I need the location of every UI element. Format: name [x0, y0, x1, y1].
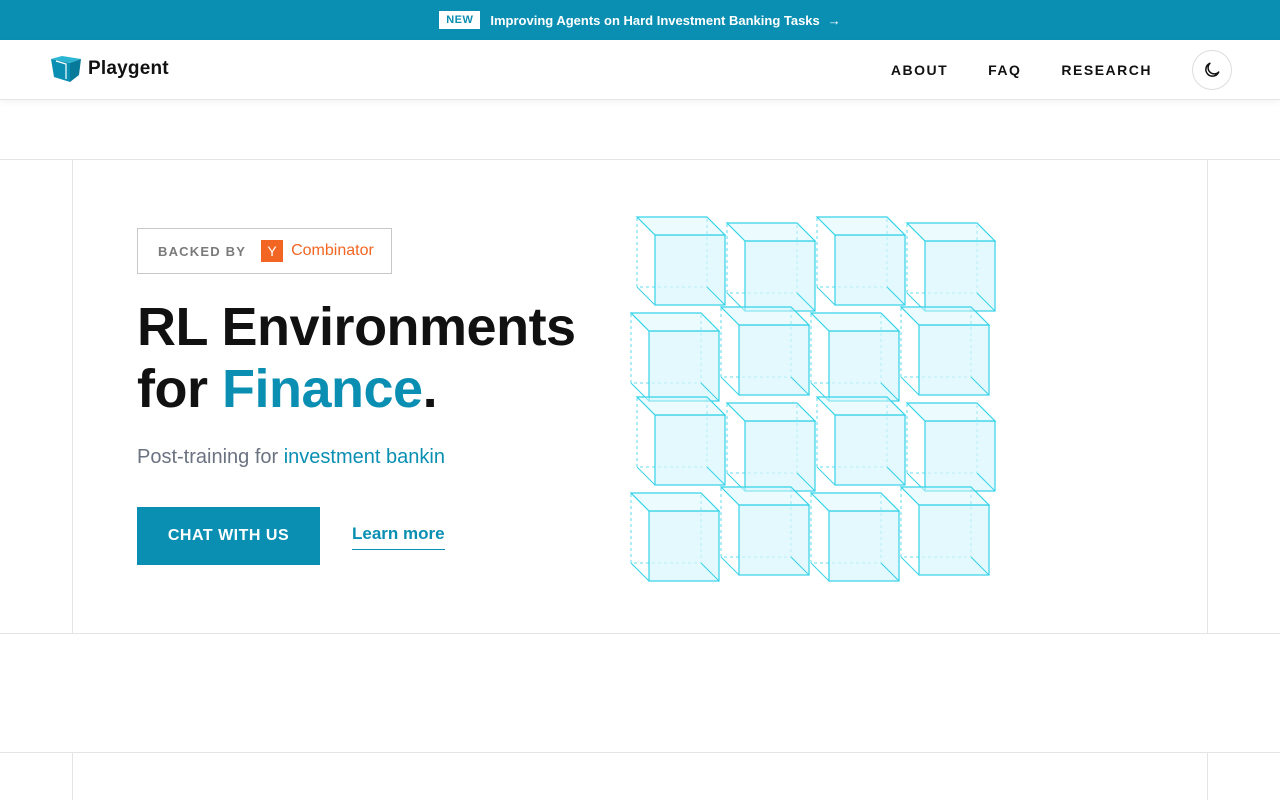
- nav-links: ABOUT FAQ RESEARCH: [851, 40, 1152, 100]
- learn-more-link[interactable]: Learn more: [352, 524, 445, 550]
- frame-line-hero-bottom: [0, 633, 1280, 634]
- frame-line-lower: [0, 752, 1280, 753]
- headline-prefix: for: [137, 359, 222, 419]
- cube: [815, 216, 907, 306]
- headline-line-1: RL Environments: [137, 297, 576, 357]
- subline-prefix: Post-training for: [137, 446, 284, 468]
- box-logo-icon: [51, 56, 81, 82]
- moon-icon: [1205, 62, 1220, 77]
- cube: [899, 486, 991, 576]
- headline-accent: Finance: [222, 359, 423, 419]
- frame-line-left: [72, 159, 73, 634]
- frame-line-right-lower: [1207, 752, 1208, 800]
- headline-period: .: [422, 359, 438, 419]
- frame-line-left-lower: [72, 752, 73, 800]
- frame-line-top: [0, 159, 1280, 160]
- cube: [815, 396, 907, 486]
- cube: [719, 486, 811, 576]
- nav-about[interactable]: ABOUT: [891, 62, 948, 78]
- navbar: Playgent ABOUT FAQ RESEARCH: [0, 40, 1280, 100]
- cube: [635, 216, 727, 306]
- hero-subline: Post-training for investment bankin: [137, 446, 445, 469]
- brand-logo[interactable]: Playgent: [50, 55, 169, 83]
- cube: [725, 402, 817, 492]
- new-badge: NEW: [439, 11, 481, 29]
- hero-headline: RL Environments for Finance.: [137, 296, 576, 420]
- cube: [630, 492, 721, 582]
- cube: [630, 312, 721, 402]
- theme-toggle-button[interactable]: [1192, 50, 1232, 90]
- cube: [809, 312, 901, 402]
- subline-accent: investment bankin: [283, 446, 445, 468]
- chat-with-us-button[interactable]: CHAT WITH US: [137, 507, 320, 565]
- announcement-text[interactable]: Improving Agents on Hard Investment Bank…: [490, 13, 819, 28]
- cube: [719, 306, 811, 396]
- nav-research[interactable]: RESEARCH: [1061, 62, 1152, 78]
- announcement-banner[interactable]: NEW Improving Agents on Hard Investment …: [0, 0, 1280, 40]
- yc-logo-icon: Y: [261, 240, 284, 262]
- cube: [635, 396, 727, 486]
- headline-line-2: for Finance.: [137, 358, 576, 420]
- cube: [725, 222, 817, 312]
- cube: [899, 306, 991, 396]
- frame-line-right: [1207, 159, 1208, 634]
- backed-by-label: BACKED BY: [158, 243, 247, 259]
- cube: [905, 402, 997, 492]
- nav-faq[interactable]: FAQ: [988, 62, 1021, 78]
- arrow-right-icon: →: [827, 12, 841, 28]
- yc-name: Combinator: [291, 242, 374, 259]
- brand-name: Playgent: [88, 58, 169, 79]
- cube: [905, 222, 997, 312]
- backed-by-badge: BACKED BY Y Combinator: [137, 228, 392, 274]
- cube-grid-illustration: [630, 216, 997, 582]
- cube: [809, 492, 901, 582]
